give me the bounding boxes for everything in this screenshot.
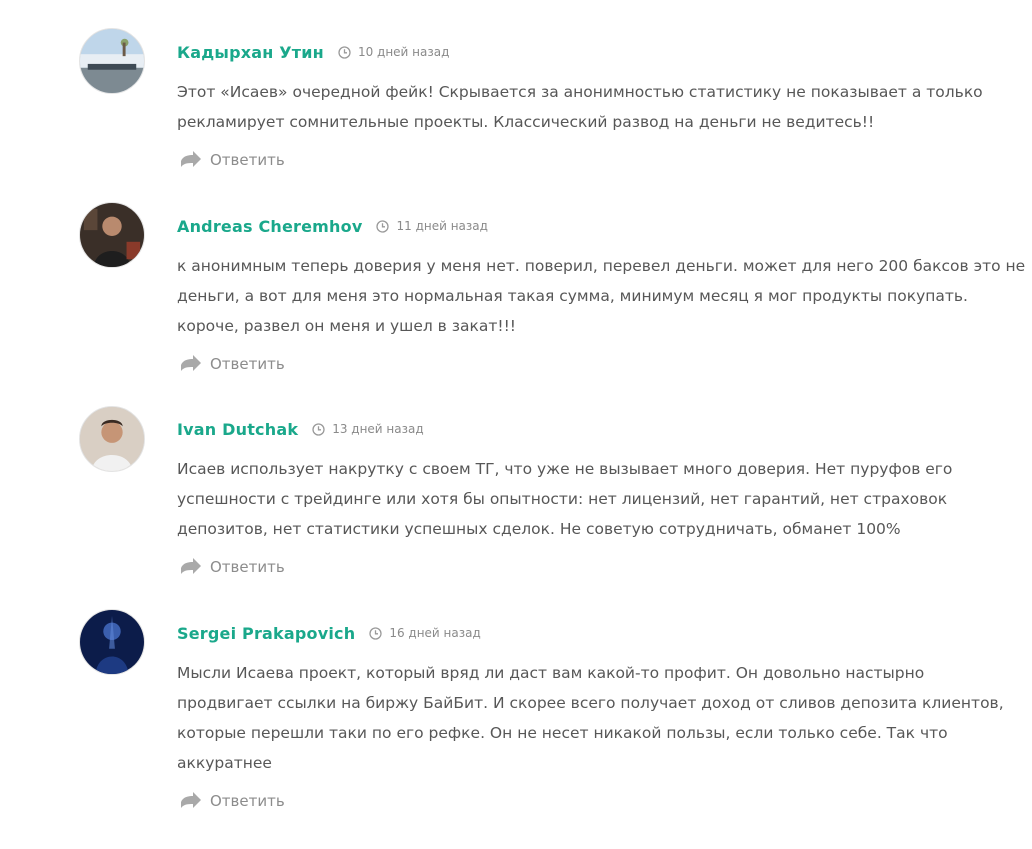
comment-date[interactable]: 13 дней назад (332, 422, 423, 436)
author-name[interactable]: Andreas Cheremhov (177, 217, 362, 236)
clock-icon (369, 626, 382, 640)
comment-text-line: к анонимным теперь доверия у меня нет. п… (177, 257, 1026, 275)
comment-meta: Ivan Dutchak 13 дней назад (177, 416, 424, 442)
comment-text-line: короче, развел он меня и ушел в закат!!! (177, 317, 517, 335)
comment-text-line: которые перешли таки по его рефке. Он не… (177, 724, 948, 742)
comment-meta: Andreas Cheremhov 11 дней назад (177, 213, 488, 239)
comment-text-line: рекламирует сомнительные проекты. Класси… (177, 113, 875, 131)
clock-icon (338, 45, 351, 59)
avatar[interactable] (79, 28, 145, 94)
comment-date[interactable]: 16 дней назад (389, 626, 480, 640)
clock-icon (376, 219, 390, 233)
author-name[interactable]: Ivan Dutchak (177, 420, 298, 439)
comment-text-line: Мысли Исаева проект, который вряд ли дас… (177, 664, 925, 682)
comment-text-line: депозитов, нет статистики успешных сдело… (177, 520, 901, 538)
comment-text: к анонимным теперь доверия у меня нет. п… (177, 251, 1026, 341)
avatar[interactable] (79, 609, 145, 675)
reply-label: Ответить (210, 355, 285, 373)
reply-button[interactable]: Ответить (180, 353, 285, 375)
reply-arrow-icon (180, 558, 202, 576)
avatar[interactable] (79, 202, 145, 268)
author-name[interactable]: Кадырхан Утин (177, 43, 324, 62)
comment-text-line: Этот «Исаев» очередной фейк! Скрывается … (177, 83, 983, 101)
reply-label: Ответить (210, 151, 285, 169)
reply-arrow-icon (180, 355, 202, 373)
comment-text: Этот «Исаев» очередной фейк! Скрывается … (177, 77, 1017, 137)
comment-text-line: успешности с трейдинге или хотя бы опытн… (177, 490, 948, 508)
comment-date[interactable]: 10 дней назад (358, 45, 449, 59)
comment-meta: Кадырхан Утин 10 дней назад (177, 39, 449, 65)
comment-text: Мысли Исаева проект, который вряд ли дас… (177, 658, 1017, 778)
reply-label: Ответить (210, 558, 285, 576)
author-name[interactable]: Sergei Prakapovich (177, 624, 355, 643)
reply-button[interactable]: Ответить (180, 556, 285, 578)
comment-text: Исаев использует накрутку с своем ТГ, чт… (177, 454, 1017, 544)
comment-meta: Sergei Prakapovich 16 дней назад (177, 620, 481, 646)
avatar[interactable] (79, 406, 145, 472)
comment-text-line: деньги, а вот для меня это нормальная та… (177, 287, 968, 305)
comment-date[interactable]: 11 дней назад (396, 219, 487, 233)
reply-button[interactable]: Ответить (180, 149, 285, 171)
comment-text-line: продвигает ссылки на биржу БайБит. И ско… (177, 694, 1004, 712)
reply-button[interactable]: Ответить (180, 790, 285, 812)
clock-icon (312, 422, 325, 436)
reply-arrow-icon (180, 151, 202, 169)
comment-text-line: Исаев использует накрутку с своем ТГ, чт… (177, 460, 953, 478)
comment-text-line: аккуратнее (177, 754, 272, 772)
reply-label: Ответить (210, 792, 285, 810)
reply-arrow-icon (180, 792, 202, 810)
